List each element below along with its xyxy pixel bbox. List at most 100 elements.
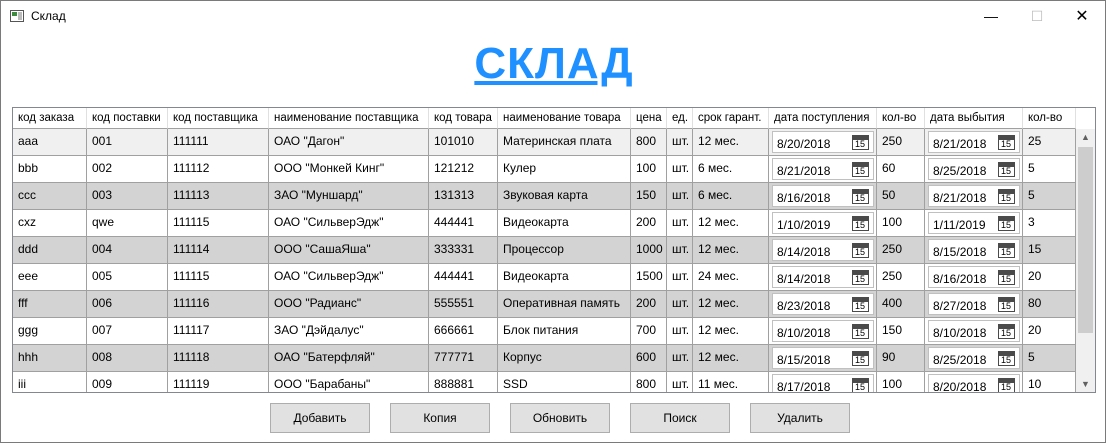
delete-button[interactable]: Удалить [750,403,850,433]
cell-product-code[interactable]: 101010 [429,129,498,156]
calendar-icon[interactable]: 15 [852,297,869,312]
cell-departure-qty[interactable]: 5 [1023,156,1076,183]
calendar-icon[interactable]: 15 [852,378,869,392]
calendar-icon[interactable]: 15 [852,243,869,258]
cell-price[interactable]: 100 [631,156,667,183]
cell-warranty[interactable]: 11 мес. [693,372,769,392]
cell-arrival-qty[interactable]: 60 [877,156,925,183]
cell-arrival-qty[interactable]: 150 [877,318,925,345]
cell-arrival-qty[interactable]: 250 [877,264,925,291]
header-unit[interactable]: ед. [667,108,693,129]
cell-price[interactable]: 800 [631,372,667,392]
header-departure-date[interactable]: дата выбытия [925,108,1023,129]
table-row[interactable]: fff 006 111116 ООО "Радианс" 555551 Оперативн… [13,291,1076,318]
calendar-icon[interactable]: 15 [998,351,1015,366]
cell-supplier-code[interactable]: 111112 [168,156,269,183]
search-button[interactable]: Поиск [630,403,730,433]
cell-supply-code[interactable]: 007 [87,318,168,345]
cell-product-name[interactable]: Корпус [498,345,631,372]
arrival-date-picker[interactable]: 8/15/2018 15 [772,347,874,369]
cell-supply-code[interactable]: 001 [87,129,168,156]
cell-product-code[interactable]: 444441 [429,210,498,237]
cell-supply-code[interactable]: 003 [87,183,168,210]
cell-order-code[interactable]: bbb [13,156,87,183]
cell-product-code[interactable]: 444441 [429,264,498,291]
cell-unit[interactable]: шт. [667,237,693,264]
header-warranty[interactable]: срок гарант. [693,108,769,129]
cell-product-name[interactable]: Оперативная память [498,291,631,318]
cell-order-code[interactable]: eee [13,264,87,291]
arrival-date-picker[interactable]: 8/17/2018 15 [772,374,874,392]
cell-product-code[interactable]: 333331 [429,237,498,264]
cell-warranty[interactable]: 6 мес. [693,156,769,183]
table-row[interactable]: ccc 003 111113 ЗАО "Муншард" 131313 Звуковая … [13,183,1076,210]
cell-price[interactable]: 600 [631,345,667,372]
departure-date-picker[interactable]: 8/15/2018 15 [928,239,1020,261]
cell-product-name[interactable]: SSD [498,372,631,392]
calendar-icon[interactable]: 15 [998,189,1015,204]
arrival-date-picker[interactable]: 8/21/2018 15 [772,158,874,180]
cell-supplier-name[interactable]: ОАО "Батерфляй" [269,345,429,372]
table-row[interactable]: aaa 001 111111 ОАО "Дагон" 101010 Материнская… [13,129,1076,156]
cell-unit[interactable]: шт. [667,183,693,210]
cell-supplier-name[interactable]: ОАО "СильверЭдж" [269,210,429,237]
cell-order-code[interactable]: hhh [13,345,87,372]
cell-arrival-qty[interactable]: 100 [877,210,925,237]
cell-warranty[interactable]: 24 мес. [693,264,769,291]
cell-supplier-code[interactable]: 111114 [168,237,269,264]
departure-date-picker[interactable]: 8/21/2018 15 [928,131,1020,153]
cell-product-name[interactable]: Блок питания [498,318,631,345]
cell-supplier-code[interactable]: 111113 [168,183,269,210]
arrival-date-picker[interactable]: 8/14/2018 15 [772,239,874,261]
cell-supply-code[interactable]: 006 [87,291,168,318]
cell-price[interactable]: 800 [631,129,667,156]
departure-date-picker[interactable]: 8/20/2018 15 [928,374,1020,392]
calendar-icon[interactable]: 15 [852,324,869,339]
cell-supplier-code[interactable]: 111115 [168,210,269,237]
minimize-icon[interactable]: — [968,1,1014,31]
cell-arrival-qty[interactable]: 250 [877,129,925,156]
cell-order-code[interactable]: ggg [13,318,87,345]
cell-unit[interactable]: шт. [667,210,693,237]
cell-product-name[interactable]: Процессор [498,237,631,264]
cell-product-name[interactable]: Материнская плата [498,129,631,156]
calendar-icon[interactable]: 15 [852,270,869,285]
cell-supplier-name[interactable]: ЗАО "Дэйдалус" [269,318,429,345]
calendar-icon[interactable]: 15 [998,162,1015,177]
cell-supply-code[interactable]: 004 [87,237,168,264]
cell-product-code[interactable]: 121212 [429,156,498,183]
header-product-name[interactable]: наименование товара [498,108,631,129]
cell-warranty[interactable]: 12 мес. [693,129,769,156]
cell-order-code[interactable]: iii [13,372,87,392]
calendar-icon[interactable]: 15 [998,324,1015,339]
cell-supply-code[interactable]: qwe [87,210,168,237]
departure-date-picker[interactable]: 1/11/2019 15 [928,212,1020,234]
cell-price[interactable]: 1500 [631,264,667,291]
cell-price[interactable]: 200 [631,210,667,237]
cell-order-code[interactable]: aaa [13,129,87,156]
cell-warranty[interactable]: 12 мес. [693,318,769,345]
cell-unit[interactable]: шт. [667,345,693,372]
header-supplier-name[interactable]: наименование поставщика [269,108,429,129]
arrival-date-picker[interactable]: 8/20/2018 15 [772,131,874,153]
scroll-up-icon[interactable]: ▲ [1076,129,1095,145]
calendar-icon[interactable]: 15 [852,135,869,150]
cell-order-code[interactable]: ccc [13,183,87,210]
cell-order-code[interactable]: cxz [13,210,87,237]
cell-product-code[interactable]: 666661 [429,318,498,345]
cell-supplier-code[interactable]: 111118 [168,345,269,372]
header-price[interactable]: цена [631,108,667,129]
cell-supplier-code[interactable]: 111116 [168,291,269,318]
scroll-thumb[interactable] [1078,147,1093,333]
cell-unit[interactable]: шт. [667,372,693,392]
cell-supplier-name[interactable]: ОАО "Дагон" [269,129,429,156]
cell-unit[interactable]: шт. [667,129,693,156]
cell-supplier-code[interactable]: 111111 [168,129,269,156]
header-arrival-date[interactable]: дата поступления [769,108,877,129]
cell-warranty[interactable]: 12 мес. [693,210,769,237]
cell-supplier-code[interactable]: 111119 [168,372,269,392]
cell-departure-qty[interactable]: 5 [1023,345,1076,372]
cell-supplier-code[interactable]: 111117 [168,318,269,345]
cell-arrival-qty[interactable]: 100 [877,372,925,392]
cell-departure-qty[interactable]: 20 [1023,318,1076,345]
